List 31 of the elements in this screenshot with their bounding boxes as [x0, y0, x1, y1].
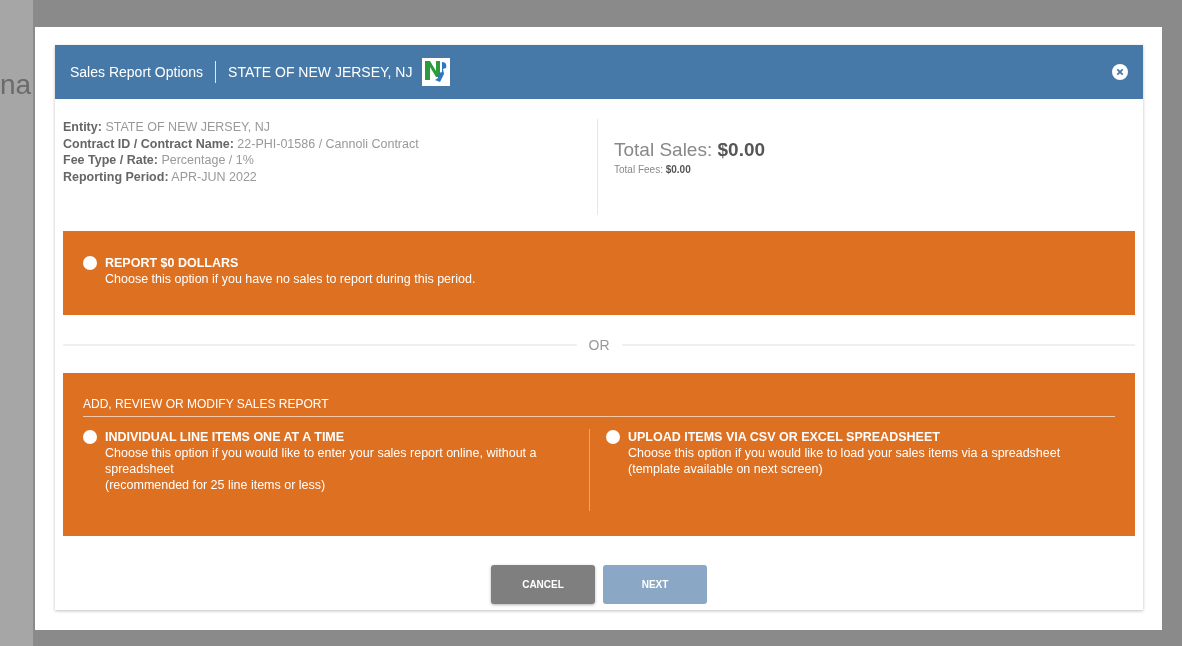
option-description: (recommended for 25 line items or less) [105, 477, 327, 493]
entity-name: STATE OF NEW JERSEY, NJ [228, 64, 413, 80]
total-fees-label: Total Fees: [614, 164, 663, 175]
detail-label: Entity: [63, 120, 102, 134]
option-title[interactable]: REPORT $0 DOLLARS [105, 255, 476, 271]
detail-value: 22-PHI-01586 / Cannoli Contract [237, 136, 419, 151]
detail-value: APR-JUN 2022 [171, 169, 257, 184]
total-sales-label: Total Sales: [614, 139, 713, 160]
detail-label: Reporting Period: [63, 169, 169, 184]
option-title[interactable]: UPLOAD ITEMS VIA CSV OR EXCEL SPREADSHEET [628, 429, 1088, 445]
detail-value: STATE OF NEW JERSEY, NJ [105, 120, 270, 134]
cancel-button[interactable]: CANCEL [491, 565, 595, 604]
state-logo-icon [422, 58, 451, 86]
detail-value: Percentage / 1% [161, 153, 254, 167]
total-sales-value: $0.00 [717, 139, 766, 160]
close-button[interactable] [1112, 64, 1128, 80]
dialog-title: Sales Report Options [70, 64, 204, 80]
option-description: Choose this option if you have no sales to report during this period. [105, 271, 476, 287]
section-heading: ADD, REVIEW OR MODIFY SALES REPORT [83, 397, 1115, 417]
option-description: Choose this option if you would like to enter your sales report online, without a spreadsheet [105, 445, 538, 477]
total-fees-value: $0.00 [665, 164, 691, 175]
option-description: Choose this option if you would like to load your sales items via a spreadsheet [628, 445, 1062, 461]
detail-label: Fee Type / Rate: [63, 153, 158, 167]
radio-button[interactable] [83, 430, 97, 444]
radio-button[interactable] [606, 430, 620, 444]
radio-button[interactable] [83, 256, 97, 270]
detail-label: Contract ID / Contract Name: [63, 136, 234, 151]
option-title[interactable]: INDIVIDUAL LINE ITEMS ONE AT A TIME [105, 429, 565, 445]
page-title: na [0, 70, 32, 100]
or-separator: OR [588, 337, 610, 353]
option-description: (template available on next screen) [628, 461, 824, 477]
